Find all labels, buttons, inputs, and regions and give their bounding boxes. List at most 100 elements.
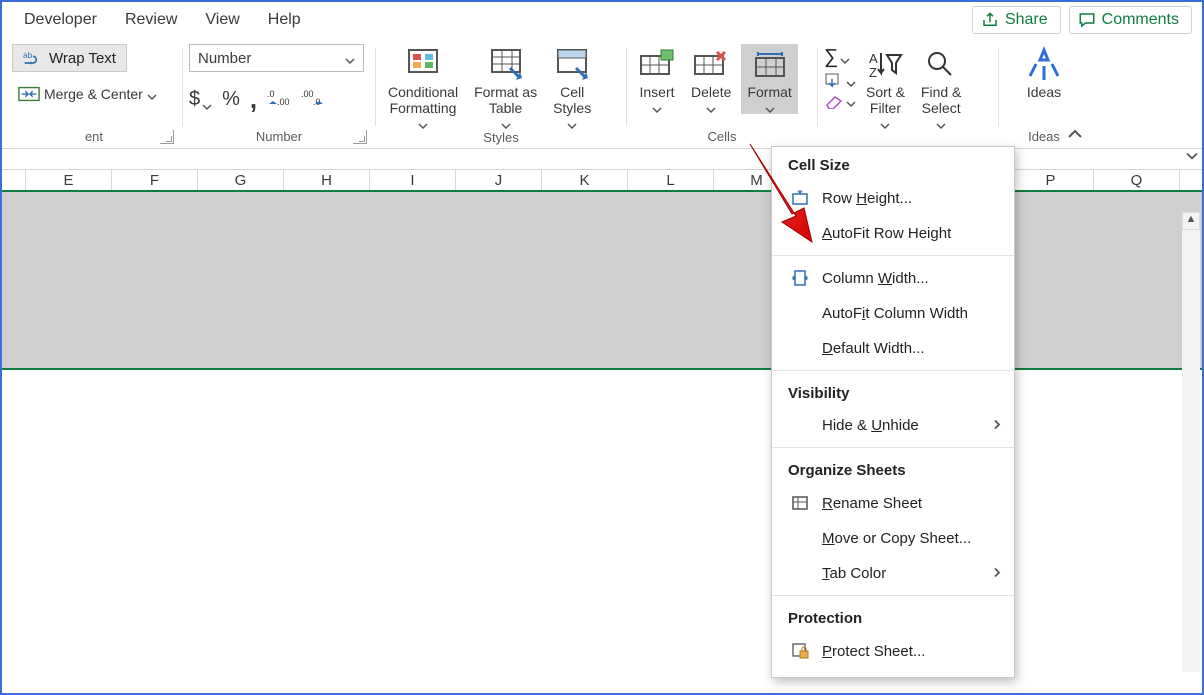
find-select-icon (923, 46, 959, 82)
conditional-formatting-label: Conditional Formatting (388, 84, 458, 116)
expand-formula-bar-button[interactable] (1186, 150, 1198, 165)
menu-default-width[interactable]: Default Width... (772, 331, 1014, 366)
format-button[interactable]: Format (741, 44, 797, 114)
chevron-down-icon (936, 118, 946, 128)
delete-cells-icon (693, 46, 729, 82)
rename-sheet-icon (790, 494, 810, 512)
share-button[interactable]: Share (972, 6, 1061, 34)
chevron-down-icon (652, 102, 662, 112)
insert-cells-button[interactable]: Insert (633, 44, 681, 114)
comma-format-button[interactable]: , (250, 84, 257, 115)
percent-format-button[interactable]: % (222, 88, 240, 111)
menu-move-copy-label: Move or Copy Sheet... (822, 530, 971, 547)
group-styles: Conditional Formatting Format as Table C… (376, 40, 626, 148)
grid-cells-area[interactable] (2, 370, 1202, 630)
number-launcher[interactable] (353, 130, 367, 144)
menu-column-width[interactable]: Column Width... (772, 260, 1014, 296)
menu-hide-unhide[interactable]: Hide & Unhide (772, 408, 1014, 443)
conditional-formatting-button[interactable]: Conditional Formatting (382, 44, 464, 130)
menu-autofit-column-width[interactable]: AutoFit Column Width (772, 296, 1014, 331)
menu-autofit-col-label: AutoFit Column Width (822, 305, 968, 322)
menu-rename-label: Rename Sheet (822, 495, 922, 512)
chevron-down-icon (501, 118, 511, 128)
menu-rename-sheet[interactable]: Rename Sheet (772, 485, 1014, 521)
menu-autofit-row-label: AutoFit Row Height (822, 225, 951, 242)
col-header-E[interactable]: E (26, 170, 112, 190)
menu-row-height-label: Row Height... (822, 190, 912, 207)
accounting-format-button[interactable]: $ (189, 88, 212, 111)
find-select-button[interactable]: Find & Select (915, 44, 967, 130)
delete-cells-button[interactable]: Delete (685, 44, 737, 114)
chevron-right-icon (992, 565, 1002, 582)
merge-center-button[interactable]: Merge & Center (12, 80, 163, 108)
wrap-text-icon: ab (23, 48, 43, 68)
menu-protect-sheet[interactable]: Protect Sheet... (772, 633, 1014, 669)
menu-hide-unhide-label: Hide & Unhide (822, 417, 919, 434)
col-header-Q[interactable]: Q (1094, 170, 1180, 190)
clear-button[interactable] (824, 93, 856, 109)
chevron-down-icon (846, 76, 856, 86)
cell-styles-icon (554, 46, 590, 82)
col-header-P[interactable]: P (1008, 170, 1094, 190)
group-label-alignment: ent (12, 129, 176, 146)
group-editing: ∑ AZ Sort & Filter Find & Select (818, 40, 998, 148)
cell-styles-label: Cell Styles (553, 84, 591, 116)
format-as-table-icon (488, 46, 524, 82)
spreadsheet-grid[interactable]: E F G H I J K L M P Q (2, 170, 1202, 630)
chevron-down-icon (765, 102, 775, 112)
menu-column-width-label: Column Width... (822, 270, 929, 287)
svg-text:.00: .00 (301, 89, 314, 99)
selected-row-area[interactable] (2, 192, 1202, 370)
formula-bar[interactable] (2, 148, 1202, 170)
comment-icon (1078, 11, 1096, 29)
sort-filter-button[interactable]: AZ Sort & Filter (860, 44, 911, 130)
cell-styles-button[interactable]: Cell Styles (547, 44, 597, 130)
group-alignment: ab Wrap Text Merge & Center ent (6, 40, 182, 148)
fill-button[interactable] (824, 73, 856, 89)
column-width-icon (790, 269, 810, 287)
title-bar-actions: Share Comments (972, 6, 1192, 34)
tab-developer[interactable]: Developer (10, 5, 111, 35)
eraser-icon (824, 93, 844, 109)
col-header-H[interactable]: H (284, 170, 370, 190)
col-header-K[interactable]: K (542, 170, 628, 190)
number-format-value: Number (198, 50, 251, 67)
delete-cells-label: Delete (691, 84, 731, 100)
col-header-L[interactable]: L (628, 170, 714, 190)
sort-filter-label: Sort & Filter (866, 84, 905, 116)
menu-section-organize: Organize Sheets (772, 452, 1014, 485)
menu-move-copy-sheet[interactable]: Move or Copy Sheet... (772, 521, 1014, 556)
protect-sheet-icon (790, 642, 810, 660)
chevron-down-icon (345, 53, 355, 63)
chevron-down-icon (840, 53, 850, 63)
alignment-launcher[interactable] (160, 130, 174, 144)
group-ideas: Ideas Ideas (999, 40, 1089, 148)
number-format-select[interactable]: Number (189, 44, 364, 72)
tab-review[interactable]: Review (111, 5, 191, 35)
collapse-ribbon-button[interactable] (1067, 127, 1083, 144)
format-as-table-button[interactable]: Format as Table (468, 44, 543, 130)
chevron-down-icon (567, 118, 577, 128)
wrap-text-button[interactable]: ab Wrap Text (12, 44, 127, 72)
decrease-decimal-button[interactable]: .00.0 (301, 87, 325, 113)
insert-cells-label: Insert (639, 84, 674, 100)
menu-tab-color[interactable]: Tab Color (772, 556, 1014, 591)
col-header-F[interactable]: F (112, 170, 198, 190)
conditional-formatting-icon (405, 46, 441, 82)
comments-button[interactable]: Comments (1069, 6, 1192, 34)
scroll-up-button[interactable]: ▲ (1182, 212, 1200, 230)
vertical-scrollbar[interactable]: ▲ (1182, 212, 1200, 672)
autosum-button[interactable]: ∑ (824, 46, 856, 69)
chevron-down-icon (202, 95, 212, 105)
col-header-J[interactable]: J (456, 170, 542, 190)
insert-cells-icon (639, 46, 675, 82)
ideas-label: Ideas (1027, 84, 1061, 100)
col-header-I[interactable]: I (370, 170, 456, 190)
tab-help[interactable]: Help (254, 5, 315, 35)
chevron-down-icon (846, 96, 856, 106)
ideas-button[interactable]: Ideas (1020, 44, 1068, 102)
chevron-down-icon (880, 118, 890, 128)
increase-decimal-button[interactable]: .0.00 (267, 87, 291, 113)
col-header-G[interactable]: G (198, 170, 284, 190)
tab-view[interactable]: View (191, 5, 253, 35)
